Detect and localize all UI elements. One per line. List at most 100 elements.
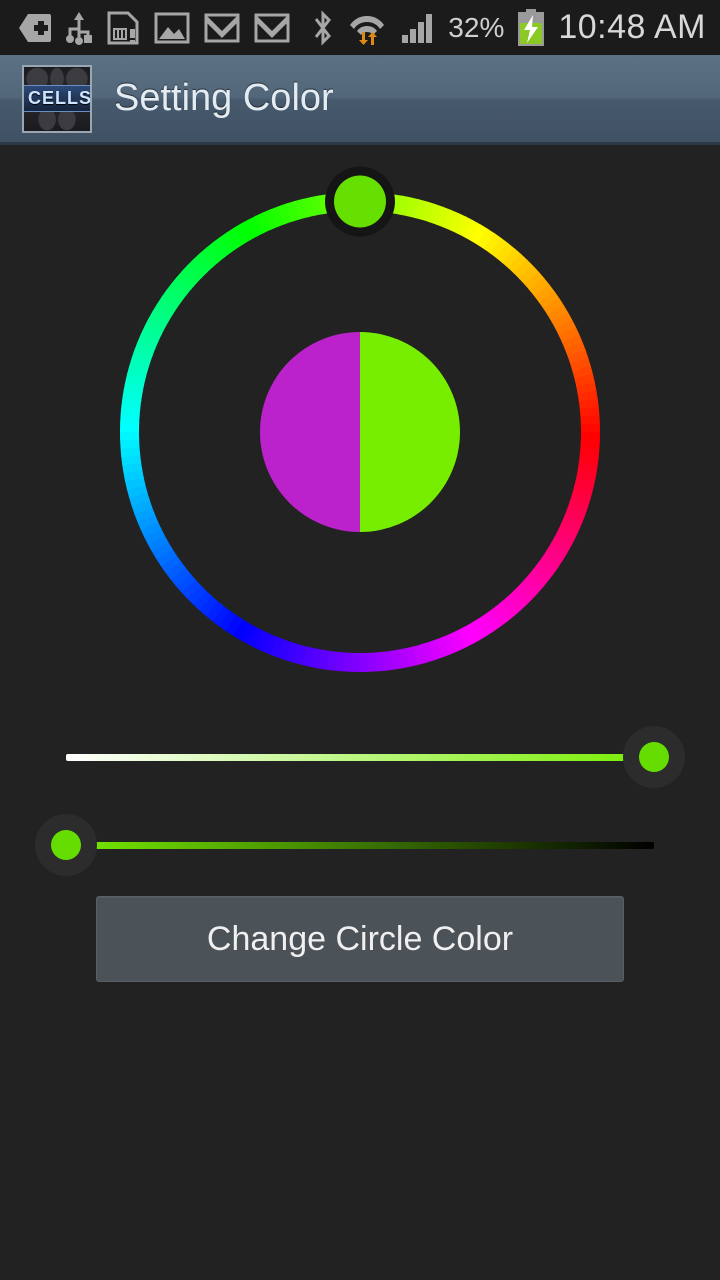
hue-ring-segment[interactable] <box>574 477 595 492</box>
hue-ring-segment[interactable] <box>211 605 231 627</box>
hue-ring-segment[interactable] <box>325 650 337 671</box>
hue-ring-segment[interactable] <box>558 521 580 539</box>
hue-ring-segment[interactable] <box>579 406 600 418</box>
hue-ring-segment[interactable] <box>477 228 496 250</box>
hue-ring-segment[interactable] <box>576 382 597 395</box>
hue-ring-segment[interactable] <box>533 561 555 581</box>
hue-ring-segment[interactable] <box>148 310 170 329</box>
value-slider-track[interactable] <box>66 842 654 849</box>
hue-ring-segment[interactable] <box>292 644 307 665</box>
hue-ring-segment[interactable] <box>462 623 481 645</box>
hue-ring-segment[interactable] <box>205 241 226 263</box>
hue-ring-segment[interactable] <box>170 276 192 296</box>
hue-ring-segment[interactable] <box>140 325 162 343</box>
hue-ring-segment[interactable] <box>547 304 569 323</box>
hue-ring-segment[interactable] <box>212 236 232 258</box>
saturation-slider[interactable] <box>0 720 720 796</box>
hue-ring-segment[interactable] <box>448 630 466 652</box>
hue-ring-segment[interactable] <box>572 365 594 380</box>
hue-ring-segment[interactable] <box>488 606 508 628</box>
hue-ring-segment[interactable] <box>276 639 292 661</box>
hue-ring-segment[interactable] <box>270 205 286 228</box>
hue-ring-segment[interactable] <box>567 500 589 516</box>
hue-ring-segment[interactable] <box>569 492 591 508</box>
hue-ring-segment[interactable] <box>123 469 144 482</box>
hue-ring-segment[interactable] <box>413 199 428 220</box>
hue-ring-segment[interactable] <box>180 578 202 599</box>
hue-ring-segment[interactable] <box>165 283 187 303</box>
hue-ring-segment[interactable] <box>199 247 220 268</box>
hue-ring-segment[interactable] <box>144 318 166 336</box>
hue-ring-segment[interactable] <box>381 650 394 671</box>
hue-ring-segment[interactable] <box>225 227 245 249</box>
hue-ring-segment[interactable] <box>176 270 197 290</box>
hue-ring-segment[interactable] <box>518 265 540 286</box>
hue-ring-segment[interactable] <box>412 644 427 666</box>
hue-ring-segment[interactable] <box>502 248 522 269</box>
hue-ring-segment[interactable] <box>121 453 142 466</box>
hue-ring-segment[interactable] <box>482 610 502 632</box>
hue-ring-segment[interactable] <box>551 311 573 330</box>
hue-ring-segment[interactable] <box>374 651 386 672</box>
hue-ring-segment[interactable] <box>574 373 596 388</box>
hue-ring-segment[interactable] <box>463 220 482 242</box>
hue-ring-segment[interactable] <box>308 647 322 669</box>
hue-ring-segment[interactable] <box>554 528 576 546</box>
hue-ring-segment[interactable] <box>217 609 237 631</box>
hue-ring-segment[interactable] <box>238 622 257 644</box>
hue-ring-segment[interactable] <box>507 253 528 274</box>
hue-ring-segment[interactable] <box>247 215 265 237</box>
hue-ring-segment[interactable] <box>300 646 315 667</box>
hue-ring-segment[interactable] <box>469 619 488 641</box>
hue-ring-segment[interactable] <box>186 584 207 605</box>
hue-ring-segment[interactable] <box>127 364 148 379</box>
hue-ring-segment[interactable] <box>123 380 145 394</box>
hue-ring-segment[interactable] <box>529 277 551 298</box>
hue-ring-segment[interactable] <box>126 484 148 499</box>
hue-ring-segment[interactable] <box>122 388 143 402</box>
hue-ring-segment[interactable] <box>261 633 278 655</box>
hue-ring-segment[interactable] <box>555 319 577 337</box>
hue-ring-segment[interactable] <box>147 534 169 553</box>
hue-ring-segment[interactable] <box>523 574 544 594</box>
hue-ring-segment[interactable] <box>419 642 435 664</box>
hue-ring-segment[interactable] <box>156 296 178 315</box>
hue-ring-segment[interactable] <box>164 560 186 580</box>
hue-ring-segment[interactable] <box>262 208 279 231</box>
hue-ring-segment[interactable] <box>316 649 330 670</box>
hue-ring-segment[interactable] <box>192 590 213 611</box>
hue-ring-segment[interactable] <box>285 200 301 222</box>
hue-ring-segment[interactable] <box>455 627 473 649</box>
hue-ring-segment[interactable] <box>140 520 162 538</box>
saturation-slider-knob[interactable] <box>639 742 669 772</box>
color-wheel-container[interactable] <box>0 148 720 708</box>
hue-ring-segment[interactable] <box>254 212 272 234</box>
hue-ring-segment[interactable] <box>131 498 153 515</box>
hue-ring-segment[interactable] <box>572 485 593 500</box>
hue-ring-segment[interactable] <box>496 242 516 264</box>
hue-ring-segment[interactable] <box>310 195 323 216</box>
hue-ring-segment[interactable] <box>550 535 572 554</box>
hue-ring-segment[interactable] <box>169 566 191 587</box>
hue-ring-segment[interactable] <box>120 446 141 458</box>
hue-ring-segment[interactable] <box>121 397 142 409</box>
hue-ring-segment[interactable] <box>152 303 174 322</box>
hue-ring-segment[interactable] <box>181 264 202 285</box>
hue-ring-segment[interactable] <box>428 203 444 225</box>
hue-ring-segment[interactable] <box>579 447 600 459</box>
hue-ring-segment[interactable] <box>136 513 159 530</box>
hue-ring-segment[interactable] <box>475 615 495 637</box>
hue-ring-segment[interactable] <box>558 326 580 344</box>
hue-ring-segment[interactable] <box>456 216 474 238</box>
hue-ring-segment[interactable] <box>120 405 141 417</box>
hue-ring-segment[interactable] <box>524 271 545 292</box>
hue-ring-segment[interactable] <box>426 639 443 661</box>
hue-ring-segment[interactable] <box>333 651 345 672</box>
hue-ring-segment[interactable] <box>277 203 294 225</box>
hue-ring-picker[interactable] <box>0 148 720 708</box>
hue-ring-segment[interactable] <box>575 470 597 484</box>
hue-ring-segment[interactable] <box>122 461 143 474</box>
hue-ring-segment[interactable] <box>268 636 285 658</box>
hue-ring-segment[interactable] <box>204 600 224 622</box>
hue-ring-segment[interactable] <box>449 212 467 234</box>
